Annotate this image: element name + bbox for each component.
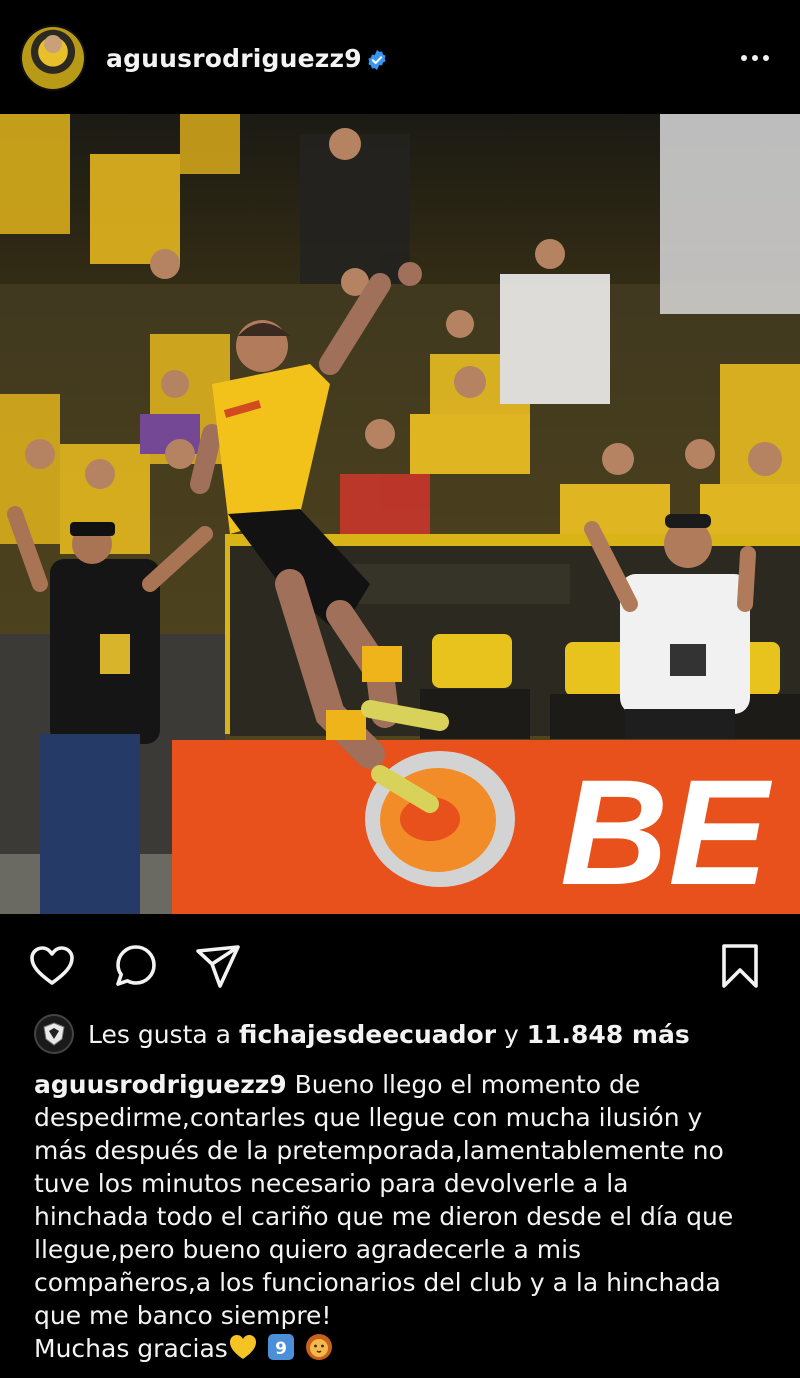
banner-text: BE: [560, 748, 772, 914]
post-actions: [0, 936, 800, 992]
share-paper-plane-icon[interactable]: [194, 942, 242, 990]
post-caption: aguusrodriguezz9 Bueno llego el momento …: [34, 1068, 774, 1365]
shield-logo-icon: [43, 1022, 65, 1046]
profile-avatar[interactable]: [22, 27, 84, 89]
like-heart-icon[interactable]: [28, 942, 76, 990]
yellow-heart-icon: [229, 1335, 256, 1359]
post-username[interactable]: aguusrodriguezz9: [106, 44, 362, 73]
liker-avatar[interactable]: [34, 1014, 74, 1054]
caption-line: hinchada todo el cariño que me dieron de…: [34, 1202, 734, 1231]
likes-count[interactable]: 11.848 más: [527, 1020, 690, 1049]
caption-line: compañeros,a los funcionarios del club y…: [34, 1268, 721, 1297]
svg-text:9: 9: [275, 1339, 287, 1359]
verified-badge-icon: [368, 49, 386, 71]
caption-line: Bueno llego el momento de: [294, 1070, 641, 1099]
likes-connector: y: [504, 1019, 519, 1049]
caption-line: más después de la pretemporada,lamentabl…: [34, 1136, 724, 1165]
caption-line: tuve los minutos necesario para devolver…: [34, 1169, 629, 1198]
caption-line: despedirme,contarles que llegue con much…: [34, 1103, 703, 1132]
lion-face-icon: [305, 1334, 332, 1360]
likes-row: Les gusta a fichajesdeecuador y 11.848 m…: [34, 1012, 690, 1056]
post-photo[interactable]: BE: [0, 114, 800, 914]
likes-text: Les gusta a fichajesdeecuador y 11.848 m…: [88, 1020, 690, 1049]
photo-illustration: BE: [0, 114, 800, 914]
caption-line: que me banco siempre!: [34, 1301, 332, 1330]
liker-username[interactable]: fichajesdeecuador: [239, 1020, 496, 1049]
more-options-icon[interactable]: [735, 44, 775, 72]
caption-line: llegue,pero bueno quiero agradecerle a m…: [34, 1235, 582, 1264]
caption-username[interactable]: aguusrodriguezz9: [34, 1070, 287, 1099]
instagram-post: aguusrodriguezz9 BE Les gusta a fichajes…: [0, 0, 800, 1378]
post-header: aguusrodriguezz9: [0, 14, 800, 110]
keycap-nine-icon: 9: [267, 1334, 294, 1360]
likes-prefix: Les gusta a: [88, 1019, 231, 1049]
save-bookmark-icon[interactable]: [716, 942, 764, 990]
comment-icon[interactable]: [112, 942, 160, 990]
caption-last-line: Muchas gracias: [34, 1334, 228, 1363]
